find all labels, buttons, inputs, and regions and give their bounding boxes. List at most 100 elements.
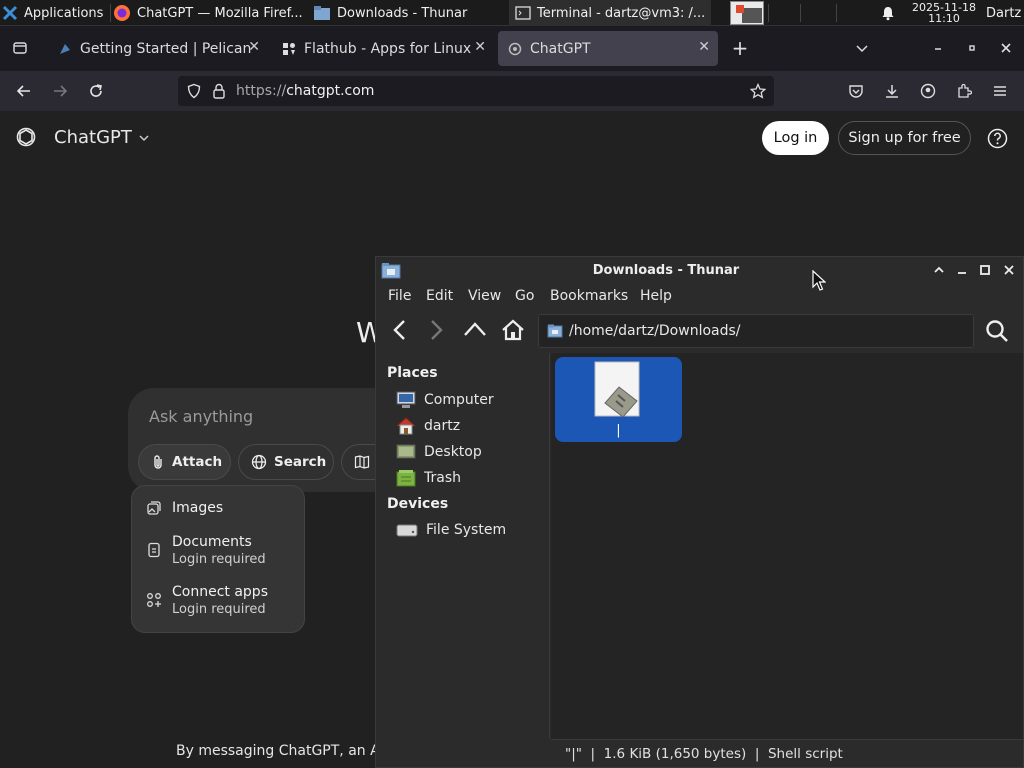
taskbar-window-thunar[interactable]: Downloads - Thunar [313,0,505,26]
home-folder-icon [396,417,416,435]
forward-arrow-icon[interactable] [48,79,72,103]
globe-icon [251,454,267,470]
attach-menu-item-images[interactable]: Images [146,500,223,516]
tab-chatgpt[interactable]: ChatGPT ✕ [498,31,718,66]
tab-close-icon[interactable]: ✕ [698,39,710,55]
model-selector[interactable]: ChatGPT [54,127,150,148]
devices-heading: Devices [387,496,449,512]
apps-grid-icon [146,592,162,608]
pocket-icon[interactable] [844,79,868,103]
reload-icon[interactable] [84,79,108,103]
lock-icon[interactable] [212,83,226,99]
taskbar-separator [110,4,111,22]
desktop-icon [396,443,416,461]
thunar-up-icon[interactable] [463,321,487,337]
attach-menu-item-documents[interactable]: Documents Login required [146,534,266,567]
menu-help[interactable]: Help [640,288,672,304]
clock[interactable]: 2025-11-18 11:10 [906,0,982,26]
place-desktop[interactable]: Desktop [396,443,482,461]
window-close-icon[interactable] [994,36,1018,60]
menu-item-sublabel: Login required [172,552,266,567]
book-icon [354,454,370,470]
roll-up-icon[interactable] [933,264,945,276]
menu-item-label: Documents [172,534,252,550]
thunar-search-icon[interactable] [985,319,1009,343]
search-label: Search [274,454,327,470]
taskbar-window-terminal[interactable]: Terminal - dartz@vm3: /... [509,0,711,26]
location-bar[interactable]: /home/dartz/Downloads/ [538,314,974,348]
back-arrow-icon[interactable] [12,79,36,103]
tab-close-icon[interactable]: ✕ [474,39,486,55]
terms-footer: By messaging ChatGPT, an A [176,743,380,759]
downloads-icon[interactable] [880,79,904,103]
device-filesystem[interactable]: File System [396,522,506,538]
menu-bookmarks[interactable]: Bookmarks [550,288,628,304]
place-trash[interactable]: Trash [396,469,461,487]
window-minimize-icon[interactable] [926,36,950,60]
url-bar[interactable]: https://chatgpt.com [178,76,774,106]
place-home[interactable]: dartz [396,417,460,435]
menu-item-label: Images [172,500,224,516]
user-menu[interactable]: Dartz [986,0,1024,26]
composer-placeholder[interactable]: Ask anything [149,407,253,426]
location-folder-icon [547,324,563,338]
drive-icon [396,522,418,538]
attach-button[interactable]: Attach [138,444,231,480]
thunar-maximize-icon[interactable] [979,264,991,276]
hamburger-menu-icon[interactable] [988,79,1012,103]
taskbar-separator [836,4,837,22]
thunar-forward-icon[interactable] [430,319,444,341]
signup-button[interactable]: Sign up for free [838,121,971,155]
extensions-icon[interactable] [952,79,976,103]
workspace-switcher[interactable] [730,0,764,26]
thunar-minimize-icon[interactable] [956,264,968,276]
firefox-view-icon[interactable] [8,36,32,60]
menu-go[interactable]: Go [515,288,534,304]
user-name: Dartz [986,5,1022,21]
menu-edit[interactable]: Edit [426,288,453,304]
attach-menu-item-connect-apps[interactable]: Connect apps Login required [146,584,268,617]
thunar-titlebar[interactable]: Downloads - Thunar [376,257,1023,284]
brand-label: ChatGPT [54,127,132,148]
bookmark-star-icon[interactable] [750,83,766,99]
mouse-pointer-icon [812,270,826,292]
tab-flathub[interactable]: Flathub - Apps for Linux ✕ [272,31,494,66]
composer[interactable]: Ask anything Attach Search S [128,388,401,492]
document-icon [146,542,162,558]
terminal-icon [515,5,531,21]
place-computer[interactable]: Computer [396,391,494,409]
location-path[interactable]: /home/dartz/Downloads/ [569,323,741,339]
account-icon[interactable] [916,79,940,103]
thunar-close-icon[interactable] [1003,264,1015,276]
list-tabs-chevron-icon[interactable] [850,36,874,60]
menu-item-label: Connect apps [172,584,268,600]
help-icon[interactable] [987,128,1008,149]
menu-file[interactable]: File [388,288,411,304]
login-button[interactable]: Log in [762,121,829,155]
thunar-menubar: File Edit View Go Bookmarks Help [376,284,1023,308]
thunar-back-icon[interactable] [392,319,406,341]
thunar-home-icon[interactable] [501,318,525,342]
new-tab-plus-icon[interactable]: + [728,36,752,60]
menu-view[interactable]: View [468,288,501,304]
window-maximize-icon[interactable] [960,36,984,60]
notifications-bell-icon[interactable] [880,0,900,26]
place-label: Computer [424,392,494,408]
file-item[interactable]: | [555,357,682,442]
thunar-file-view[interactable]: | [551,353,1023,739]
tab-pelican[interactable]: Getting Started | Pelican ✕ [48,31,268,66]
folder-icon [313,5,331,21]
openai-logo-icon[interactable] [15,126,37,148]
taskbar-window-firefox[interactable]: ChatGPT — Mozilla Firef... [113,0,309,26]
file-name: | [616,423,621,438]
attach-menu: Images Documents Login required Connect … [131,485,305,633]
places-heading: Places [387,365,438,381]
shield-icon[interactable] [186,83,202,99]
status-text: "|" | 1.6 KiB (1,650 bytes) | Shell scri… [565,745,843,762]
applications-menu[interactable]: Applications ☰ [2,0,110,26]
tab-close-icon[interactable]: ✕ [248,39,260,55]
browser-tab-strip: Getting Started | Pelican ✕ Flathub - Ap… [0,26,1024,71]
search-button[interactable]: Search [238,444,334,480]
url-scheme: https:// [236,83,287,99]
thunar-sidebar: Places Computer dartz Desktop Trash Devi [376,353,550,739]
